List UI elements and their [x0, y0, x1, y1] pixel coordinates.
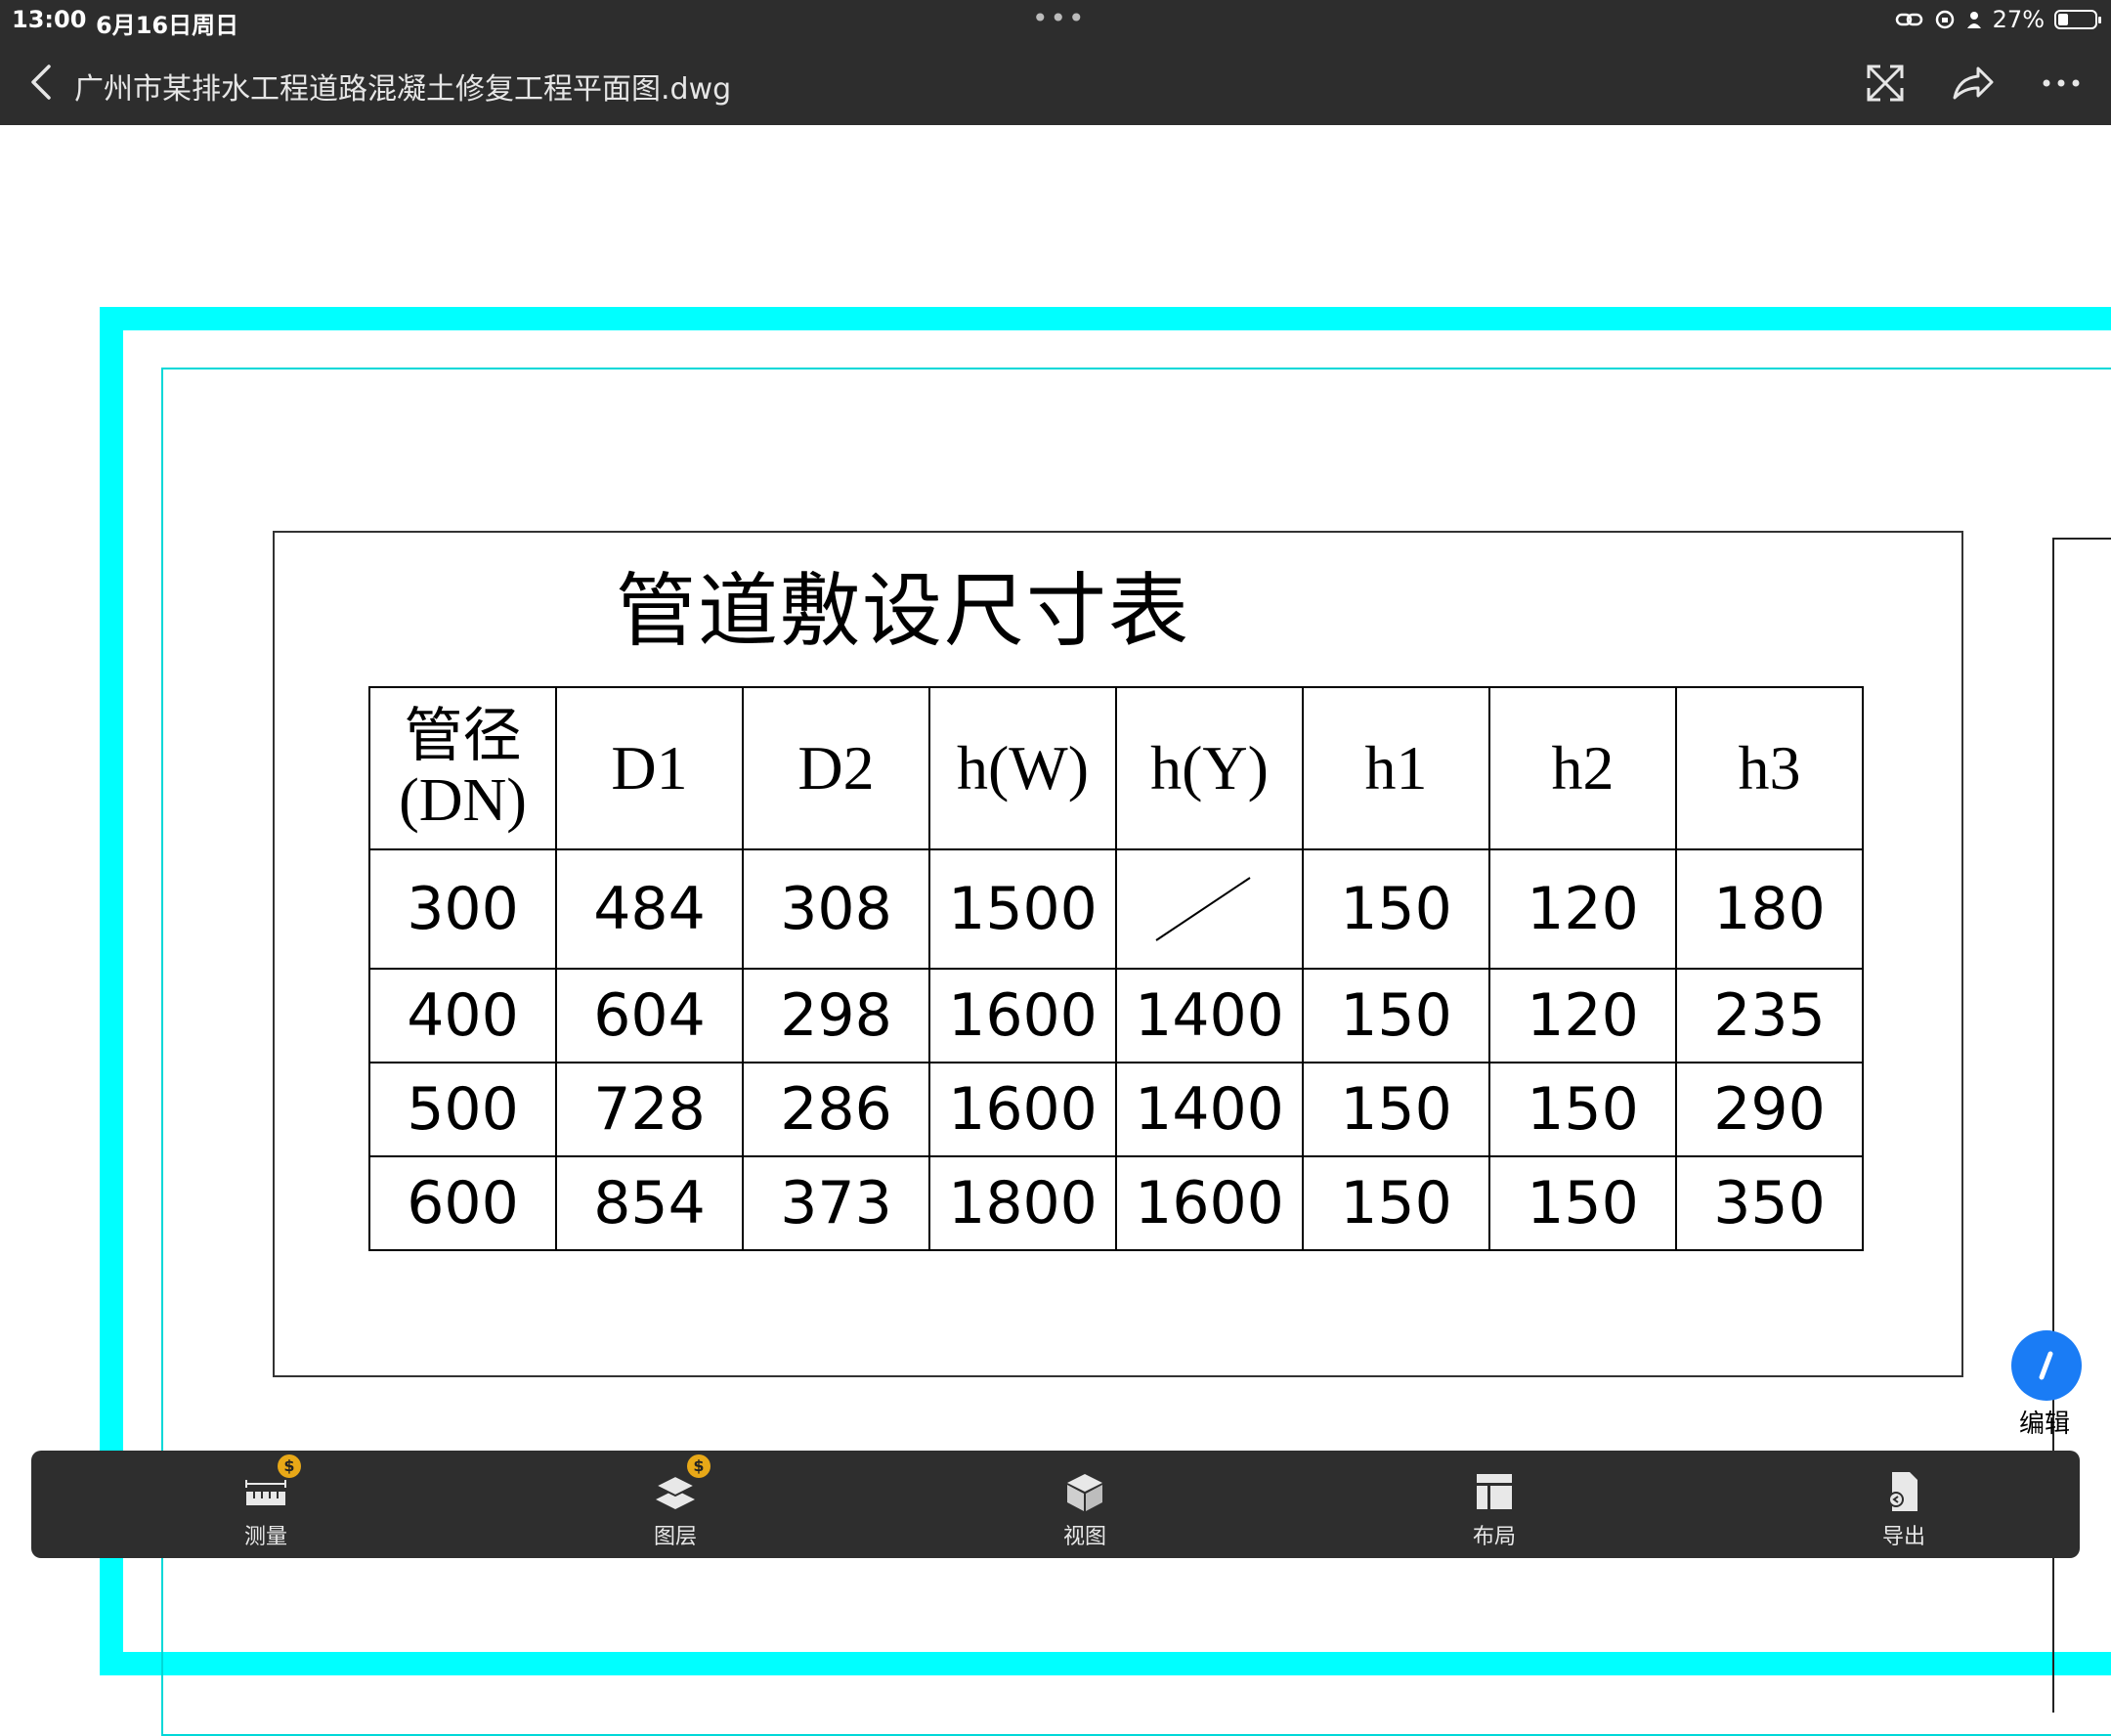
multitask-dots-icon[interactable]: ••• [1032, 2, 1087, 34]
document-title: 广州市某排水工程道路混凝土修复工程平面图.dwg [74, 72, 732, 107]
lock-rotation-icon [1935, 10, 1954, 29]
toolbar-view-button[interactable]: 视图 [1016, 1470, 1153, 1550]
table-cell: 1500 [928, 848, 1117, 970]
table-row: 400 604 298 1600 1400 150 120 235 [368, 968, 1864, 1063]
table-cell: 1400 [1115, 968, 1304, 1063]
table-row: 300 484 308 1500 150 120 180 [368, 848, 1864, 970]
table-cell: 150 [1302, 1155, 1490, 1251]
status-time: 13:00 [12, 6, 87, 33]
layers-icon: $ [652, 1454, 711, 1513]
battery-icon [2054, 10, 2101, 29]
table-cell-dn: 500 [368, 1062, 557, 1157]
header-cell: h3 [1675, 686, 1864, 850]
header-cell: h1 [1302, 686, 1490, 850]
back-arrow-icon[interactable] [25, 61, 57, 104]
premium-badge: $ [278, 1454, 301, 1478]
status-bar: 13:00 6月16日周日 ••• 27% [0, 0, 2111, 39]
status-date: 6月16日周日 [96, 12, 239, 39]
toolbar-measure-label: 测量 [243, 1525, 287, 1549]
table-cell-dn: 300 [368, 848, 557, 970]
table-cell: 180 [1675, 848, 1864, 970]
table-cell: 235 [1675, 968, 1864, 1063]
table-cell-dn: 400 [368, 968, 557, 1063]
header-cell: h2 [1488, 686, 1677, 850]
table-cell: 1800 [928, 1155, 1117, 1251]
table-cell: 1600 [928, 968, 1117, 1063]
table-cell: 150 [1302, 848, 1490, 970]
edit-button[interactable] [2011, 1330, 2082, 1401]
battery-fill [2058, 14, 2068, 25]
table-cell: 150 [1302, 968, 1490, 1063]
edit-button-label: 编辑 [2019, 1410, 2071, 1439]
premium-badge: $ [687, 1454, 711, 1478]
toolbar-export-label: 导出 [1881, 1525, 1925, 1549]
export-icon [1880, 1470, 1927, 1513]
pencil-icon [2039, 1351, 2053, 1380]
header-cell: D2 [742, 686, 930, 850]
toolbar-layers-button[interactable]: $ 图层 [607, 1454, 744, 1550]
fullscreen-icon[interactable] [1861, 59, 1910, 108]
table-cell-empty [1115, 848, 1304, 970]
toolbar-layout-button[interactable]: 布局 [1426, 1470, 1563, 1550]
toolbar-view-label: 视图 [1062, 1525, 1106, 1549]
header-cell-dn: 管径 (DN) [368, 686, 557, 850]
table-cell: 1600 [928, 1062, 1117, 1157]
table-cell: 286 [742, 1062, 930, 1157]
layout-icon [1471, 1470, 1518, 1513]
table-row: 500 728 286 1600 1400 150 150 290 [368, 1062, 1864, 1157]
header-dn-line2: (DN) [399, 767, 527, 834]
table-cell-dn: 600 [368, 1155, 557, 1251]
table-cell: 728 [555, 1062, 744, 1157]
table-cell: 373 [742, 1155, 930, 1251]
table-cell: 484 [555, 848, 744, 970]
table-cell: 120 [1488, 848, 1677, 970]
battery-percent: 27% [1992, 6, 2045, 33]
table-cell: 120 [1488, 968, 1677, 1063]
pipe-dimension-table: 管径 (DN) D1 D2 h(W) h(Y) h1 h2 h3 300 484… [368, 686, 1864, 1251]
header-cell: D1 [555, 686, 744, 850]
table-cell: 604 [555, 968, 744, 1063]
table-cell: 150 [1488, 1155, 1677, 1251]
table-cell: 1600 [1115, 1155, 1304, 1251]
toolbar-measure-button[interactable]: $ 测量 [197, 1454, 334, 1550]
table-cell: 350 [1675, 1155, 1864, 1251]
bottom-toolbar: $ 测量 $ 图层 视图 布局 导出 [31, 1451, 2080, 1558]
share-icon[interactable] [1949, 59, 1998, 108]
title-row: 广州市某排水工程道路混凝土修复工程平面图.dwg [0, 49, 2111, 117]
ruler-icon: $ [242, 1454, 301, 1513]
table-title: 管道敷设尺寸表 [616, 565, 1191, 658]
more-icon[interactable] [2037, 59, 2086, 108]
status-right: 27% [1895, 6, 2101, 33]
cube-icon [1061, 1470, 1108, 1513]
diagonal-slash-mark [1155, 877, 1251, 941]
table-row: 600 854 373 1800 1600 150 150 350 [368, 1155, 1864, 1251]
toolbar-layers-label: 图层 [653, 1525, 697, 1549]
toolbar-layout-label: 布局 [1472, 1525, 1516, 1549]
header-dn-line1: 管径 [404, 702, 522, 770]
table-cell: 150 [1302, 1062, 1490, 1157]
table-cell: 150 [1488, 1062, 1677, 1157]
top-bar: 13:00 6月16日周日 ••• 27% 广州市某排水工程道路混凝土修复工程平… [0, 0, 2111, 125]
person-icon [1966, 12, 1981, 28]
toolbar-export-button[interactable]: 导出 [1835, 1470, 1972, 1550]
link-icon [1895, 13, 1922, 26]
header-cell: h(W) [928, 686, 1117, 850]
table-cell: 854 [555, 1155, 744, 1251]
table-cell: 298 [742, 968, 930, 1063]
table-cell: 290 [1675, 1062, 1864, 1157]
table-header-row: 管径 (DN) D1 D2 h(W) h(Y) h1 h2 h3 [368, 686, 1864, 850]
header-cell: h(Y) [1115, 686, 1304, 850]
table-cell: 308 [742, 848, 930, 970]
table-cell: 1400 [1115, 1062, 1304, 1157]
